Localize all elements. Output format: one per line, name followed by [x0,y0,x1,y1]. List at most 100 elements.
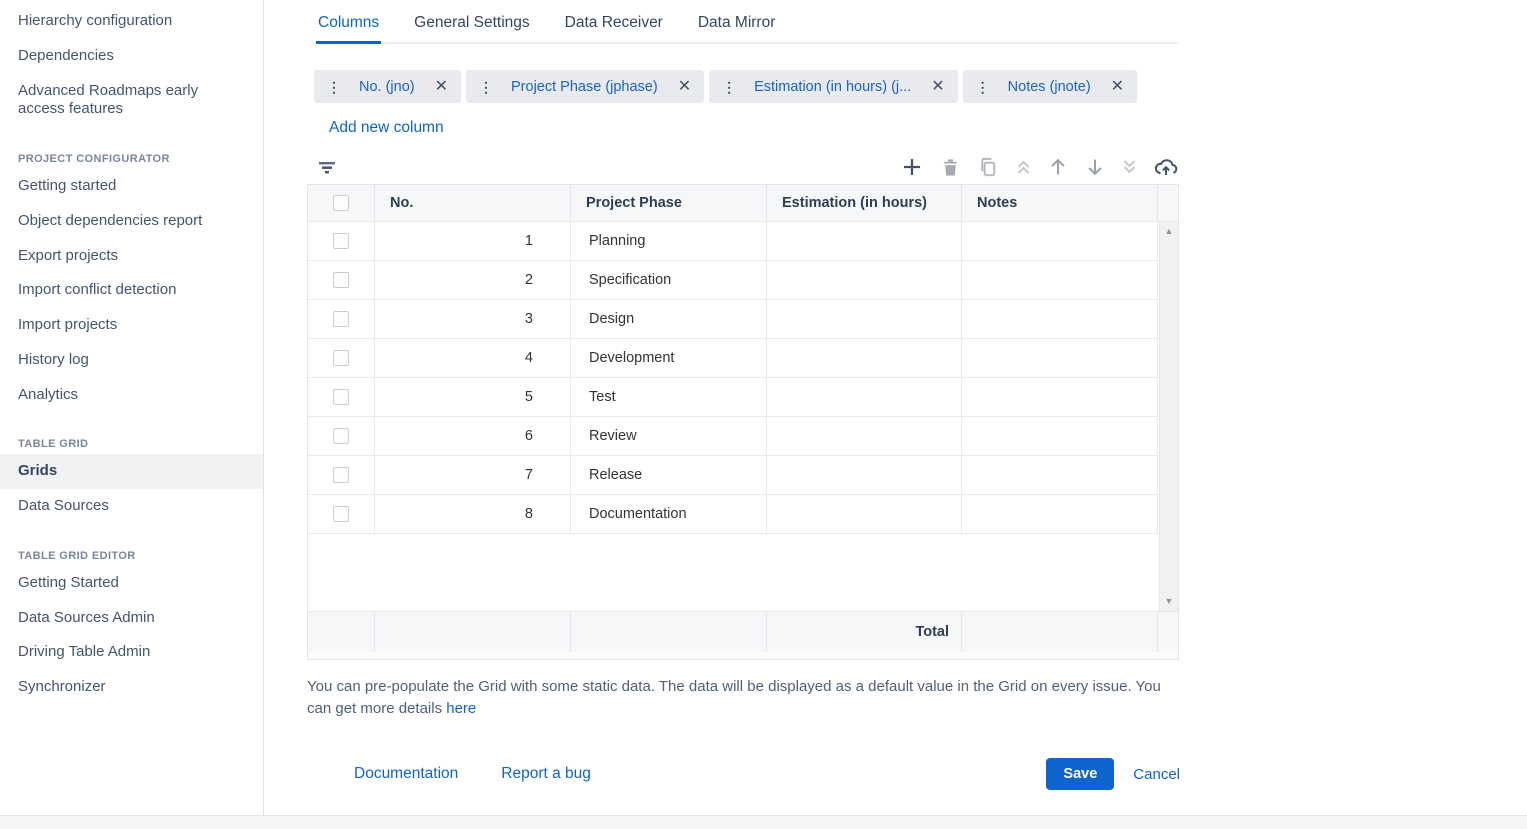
save-button[interactable]: Save [1046,758,1114,790]
cell-estimation[interactable] [767,222,962,260]
sidebar-item-dependencies[interactable]: Dependencies [0,39,263,74]
add-new-column-link[interactable]: Add new column [329,119,444,137]
sidebar-item-export-projects[interactable]: Export projects [0,239,263,274]
cell-estimation[interactable] [767,339,962,377]
cell-notes[interactable] [962,417,1158,455]
remove-column-icon[interactable]: ✕ [1111,79,1124,95]
select-all-checkbox-cell [308,185,375,221]
scroll-down-icon[interactable]: ▼ [1165,597,1174,606]
column-chip-estimation[interactable]: ⋮ Estimation (in hours) (j... ✕ [709,70,958,103]
column-chip-no[interactable]: ⋮ No. (jno) ✕ [314,70,461,103]
cell-phase[interactable]: Release [571,456,767,494]
cell-phase[interactable]: Test [571,378,767,416]
cancel-button[interactable]: Cancel [1133,766,1180,783]
cell-phase[interactable]: Review [571,417,767,455]
remove-column-icon[interactable]: ✕ [435,79,448,95]
sidebar-item-getting-started-editor[interactable]: Getting Started [0,566,263,601]
add-row-icon[interactable] [900,155,924,179]
cell-notes[interactable] [962,339,1158,377]
row-checkbox[interactable] [333,506,349,522]
cell-estimation[interactable] [767,495,962,533]
vertical-scrollbar[interactable]: ▲ ▼ [1159,222,1178,611]
cell-no[interactable]: 4 [375,339,571,377]
row-checkbox-cell [308,456,375,494]
main-content: Columns General Settings Data Receiver D… [264,0,1527,815]
cell-estimation[interactable] [767,261,962,299]
report-a-bug-link[interactable]: Report a bug [501,765,591,783]
row-checkbox[interactable] [333,389,349,405]
row-checkbox[interactable] [333,233,349,249]
copy-row-icon[interactable] [977,156,1000,179]
documentation-link[interactable]: Documentation [354,765,458,783]
row-checkbox[interactable] [333,311,349,327]
column-chip-notes[interactable]: ⋮ Notes (jnote) ✕ [963,70,1137,103]
drag-handle-icon[interactable]: ⋮ [722,80,736,94]
cell-estimation[interactable] [767,378,962,416]
cell-no[interactable]: 7 [375,456,571,494]
cell-no[interactable]: 3 [375,300,571,338]
cell-phase[interactable]: Design [571,300,767,338]
cell-no[interactable]: 1 [375,222,571,260]
cell-estimation[interactable] [767,417,962,455]
cell-phase[interactable]: Planning [571,222,767,260]
sidebar-item-data-sources[interactable]: Data Sources [0,489,263,524]
cell-phase[interactable]: Development [571,339,767,377]
column-chip-project-phase[interactable]: ⋮ Project Phase (jphase) ✕ [466,70,704,103]
row-checkbox[interactable] [333,428,349,444]
row-checkbox-cell [308,222,375,260]
sidebar-item-hierarchy-configuration[interactable]: Hierarchy configuration [0,4,263,39]
sidebar-item-history-log[interactable]: History log [0,343,263,378]
filter-icon[interactable] [316,156,338,178]
sidebar-item-synchronizer[interactable]: Synchronizer [0,670,263,705]
sidebar-item-data-sources-admin[interactable]: Data Sources Admin [0,601,263,636]
cell-notes[interactable] [962,456,1158,494]
sidebar-item-getting-started[interactable]: Getting started [0,169,263,204]
cell-notes[interactable] [962,300,1158,338]
sidebar-section-table-grid: TABLE GRID [18,438,245,450]
cell-no[interactable]: 2 [375,261,571,299]
tab-general-settings[interactable]: General Settings [412,14,531,42]
table-row: 4 Development [308,338,1178,377]
drag-handle-icon[interactable]: ⋮ [327,80,341,94]
cell-no[interactable]: 8 [375,495,571,533]
move-down-icon[interactable] [1084,156,1106,178]
cell-notes[interactable] [962,378,1158,416]
cell-estimation[interactable] [767,300,962,338]
cell-notes[interactable] [962,222,1158,260]
sidebar-item-analytics[interactable]: Analytics [0,378,263,413]
cell-notes[interactable] [962,495,1158,533]
cell-phase[interactable]: Documentation [571,495,767,533]
tab-data-mirror[interactable]: Data Mirror [696,14,778,42]
tab-data-receiver[interactable]: Data Receiver [563,14,665,42]
sidebar-item-advanced-roadmaps[interactable]: Advanced Roadmaps early access features [0,74,263,128]
move-up-icon[interactable] [1047,156,1069,178]
move-to-bottom-icon[interactable] [1121,157,1138,177]
remove-column-icon[interactable]: ✕ [678,79,691,95]
delete-row-icon[interactable] [939,156,962,179]
sidebar-item-import-projects[interactable]: Import projects [0,308,263,343]
drag-handle-icon[interactable]: ⋮ [976,80,990,94]
cell-estimation[interactable] [767,456,962,494]
row-checkbox[interactable] [333,350,349,366]
select-all-checkbox[interactable] [333,195,349,211]
tab-columns[interactable]: Columns [316,14,381,44]
column-header-project-phase: Project Phase [571,185,767,221]
cell-notes[interactable] [962,261,1158,299]
row-checkbox[interactable] [333,272,349,288]
cell-no[interactable]: 6 [375,417,571,455]
remove-column-icon[interactable]: ✕ [931,79,944,95]
move-to-top-icon[interactable] [1015,157,1032,177]
table-row: 6 Review [308,416,1178,455]
cell-no[interactable]: 5 [375,378,571,416]
sidebar-item-grids[interactable]: Grids [0,454,263,489]
row-checkbox[interactable] [333,467,349,483]
row-checkbox-cell [308,339,375,377]
sidebar-item-object-dependencies-report[interactable]: Object dependencies report [0,204,263,239]
drag-handle-icon[interactable]: ⋮ [479,80,493,94]
upload-import-icon[interactable] [1153,155,1179,179]
help-here-link[interactable]: here [446,700,476,717]
sidebar-item-driving-table-admin[interactable]: Driving Table Admin [0,635,263,670]
scroll-up-icon[interactable]: ▲ [1165,227,1174,236]
sidebar-item-import-conflict-detection[interactable]: Import conflict detection [0,273,263,308]
cell-phase[interactable]: Specification [571,261,767,299]
